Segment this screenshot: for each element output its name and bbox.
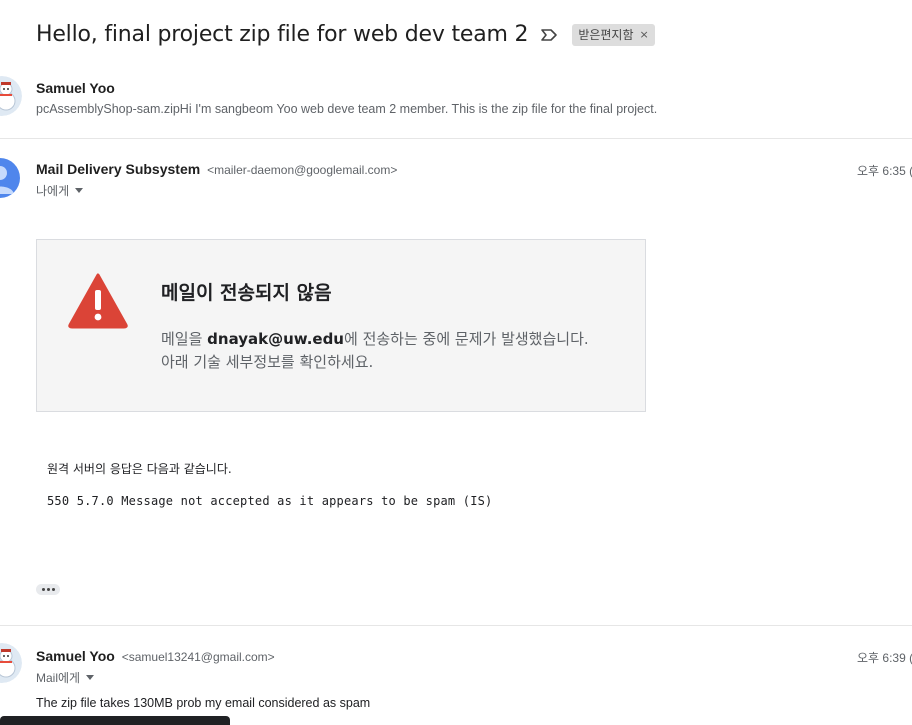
snowman-avatar[interactable] — [0, 76, 22, 116]
chevron-down-icon[interactable] — [86, 675, 95, 680]
sender-name[interactable]: Mail Delivery Subsystem — [36, 161, 200, 177]
chevron-down-icon[interactable] — [75, 188, 84, 193]
show-trimmed-content-button[interactable] — [36, 584, 60, 595]
bottom-toast-bar — [0, 716, 230, 725]
remote-server-response: 550 5.7.0 Message not accepted as it app… — [47, 494, 493, 508]
snowman-avatar[interactable] — [0, 643, 22, 683]
recipient-label: 나에게 — [36, 184, 70, 198]
recipient-details-toggle[interactable]: 나에게 — [36, 182, 397, 199]
failed-recipient-email: dnayak@uw.edu — [207, 330, 344, 348]
message-snippet: pcAssemblyShop-sam.zipHi I'm sangbeom Yo… — [36, 102, 658, 116]
more-dot-icon — [46, 588, 50, 591]
bounce-text-suffix: 에 전송하는 중에 문제가 발생했습니다. — [344, 330, 589, 348]
warning-icon — [67, 272, 129, 330]
message-header: Mail Delivery Subsystem <mailer-daemon@g… — [36, 161, 397, 199]
bounce-text-prefix: 메일을 — [161, 330, 208, 348]
sender-email: <samuel13241@gmail.com> — [121, 650, 275, 664]
remote-server-intro: 원격 서버의 응답은 다음과 같습니다. — [47, 462, 232, 476]
delivery-failure-card: 메일이 전송되지 않음 메일을 dnayak@uw.edu에 전송하는 중에 문… — [36, 239, 646, 412]
more-dot-icon — [51, 588, 55, 591]
bounce-text-line2: 아래 기술 세부정보를 확인하세요. — [161, 353, 374, 371]
bounce-title: 메일이 전송되지 않음 — [161, 282, 332, 304]
collapsed-message[interactable]: Samuel Yoo pcAssemblyShop-sam.zipHi I'm … — [36, 80, 657, 116]
message-divider — [0, 625, 912, 626]
message-divider — [0, 138, 912, 139]
thread-subject-row: Hello, final project zip file for web de… — [36, 22, 655, 47]
message-time: 오후 6:39 ( — [857, 651, 912, 665]
message-header: Samuel Yoo <samuel13241@gmail.com> Mail에… — [36, 648, 275, 686]
label-text: 받은편지함 — [578, 27, 634, 42]
bounce-message: 메일을 dnayak@uw.edu에 전송하는 중에 문제가 발생했습니다. 아… — [161, 328, 589, 374]
recipient-label: Mail에게 — [36, 671, 81, 685]
message-time: 오후 6:35 ( — [857, 164, 912, 178]
recipient-details-toggle[interactable]: Mail에게 — [36, 669, 275, 686]
sender-name[interactable]: Samuel Yoo — [36, 648, 115, 664]
thread-subject: Hello, final project zip file for web de… — [36, 22, 529, 47]
inbox-label-chip[interactable]: 받은편지함 × — [572, 23, 655, 46]
more-dot-icon — [41, 588, 45, 591]
person-avatar[interactable] — [0, 158, 20, 198]
importance-marker-icon[interactable] — [540, 26, 558, 44]
sender-email: <mailer-daemon@googlemail.com> — [207, 163, 398, 177]
message-body: The zip file takes 130MB prob my email c… — [36, 696, 371, 710]
remove-label-icon[interactable]: × — [640, 28, 649, 41]
sender-name: Samuel Yoo — [36, 80, 115, 96]
